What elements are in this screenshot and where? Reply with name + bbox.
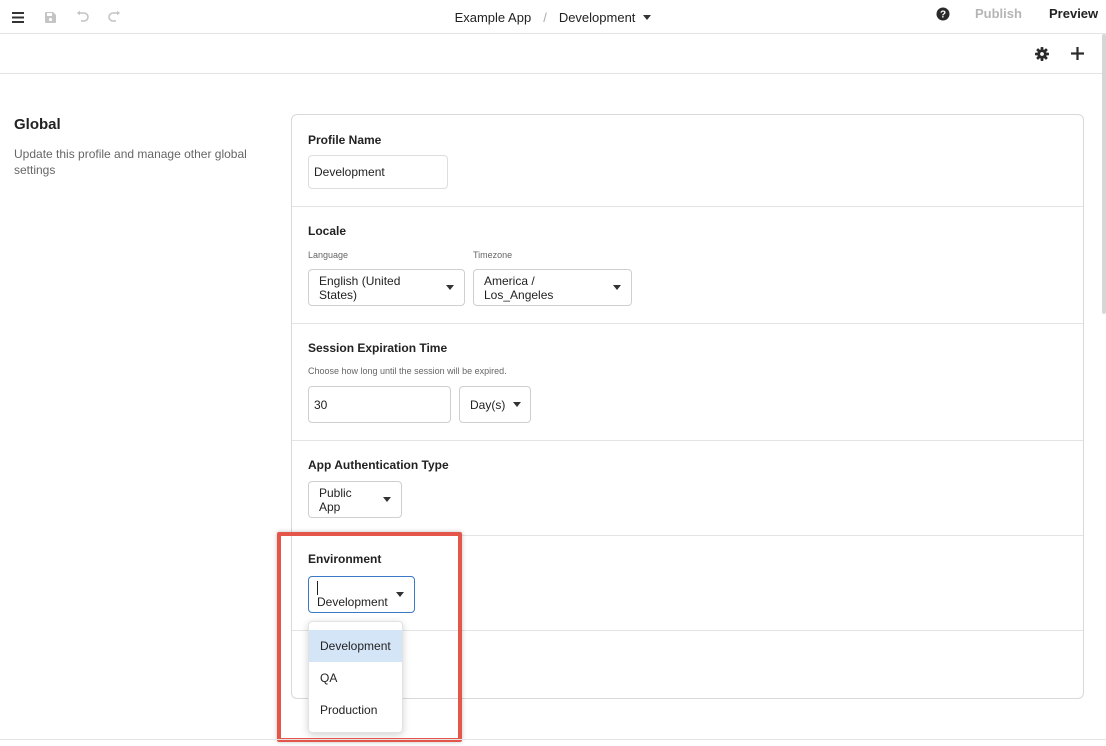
timezone-label: Timezone <box>473 250 513 260</box>
environment-value: Development <box>317 580 388 609</box>
environment-dropdown-menu: Development QA Production <box>308 621 403 733</box>
session-expiration-help: Choose how long until the session will b… <box>308 366 507 376</box>
profile-name-input[interactable]: Development <box>308 155 448 189</box>
preview-button[interactable]: Preview <box>1049 0 1098 28</box>
app-name[interactable]: Example App <box>455 10 532 25</box>
environment-switcher-label: Development <box>558 9 636 25</box>
environment-option-qa[interactable]: QA <box>309 662 402 694</box>
publish-button[interactable]: Publish <box>975 0 1022 28</box>
environment-select[interactable]: Development <box>308 576 415 613</box>
environment-section: Environment Development <box>292 536 1083 631</box>
environment-option-production[interactable]: Production <box>309 694 402 726</box>
chevron-down-icon <box>643 14 652 20</box>
session-amount-value: 30 <box>314 397 328 412</box>
section-title: Global <box>14 116 61 133</box>
environment-switcher[interactable]: Development <box>559 10 652 25</box>
session-amount-input[interactable]: 30 <box>308 386 451 423</box>
chevron-down-icon <box>396 592 404 597</box>
authentication-section: App Authentication Type Public App <box>292 441 1083 536</box>
auth-type-label: App Authentication Type <box>308 458 449 472</box>
chevron-down-icon <box>383 497 391 502</box>
divider <box>0 739 1106 740</box>
session-expiration-label: Session Expiration Time <box>308 341 448 355</box>
help-icon[interactable]: ? <box>936 7 950 21</box>
section-description: Update this profile and manage other glo… <box>14 147 247 177</box>
menu-icon[interactable] <box>8 7 28 27</box>
chevron-down-icon <box>513 402 522 407</box>
settings-toolbar <box>0 34 1106 74</box>
locale-section: Locale Language Timezone English (United… <box>292 207 1083 324</box>
profile-name-label: Profile Name <box>308 133 382 147</box>
text-cursor <box>317 580 318 595</box>
breadcrumb-separator: / <box>543 9 547 25</box>
language-value: English (United States) <box>319 273 401 302</box>
environment-option-development[interactable]: Development <box>309 630 402 662</box>
session-unit-value: Day(s) <box>470 397 506 412</box>
session-section: Session Expiration Time Choose how long … <box>292 324 1083 441</box>
profile-section: Profile Name Development <box>292 115 1083 207</box>
language-label: Language <box>308 250 349 260</box>
chevron-down-icon <box>613 285 621 290</box>
add-icon[interactable] <box>1070 46 1085 61</box>
settings-card: Profile Name Development Locale Language… <box>291 114 1084 699</box>
language-select[interactable]: English (United States) <box>308 269 465 306</box>
save-icon[interactable] <box>40 7 60 27</box>
redo-icon[interactable] <box>104 7 124 27</box>
environment-label: Environment <box>308 552 382 566</box>
auth-type-select[interactable]: Public App <box>308 481 402 518</box>
timezone-value: America / Los_Angeles <box>484 273 554 302</box>
chevron-down-icon <box>446 285 454 290</box>
auth-type-value: Public App <box>319 485 352 514</box>
gear-icon[interactable] <box>1035 47 1049 61</box>
scrollbar[interactable] <box>1102 34 1106 314</box>
undo-icon[interactable] <box>72 7 92 27</box>
session-unit-select[interactable]: Day(s) <box>459 386 531 423</box>
environment-value-text: Development <box>317 594 388 609</box>
svg-text:?: ? <box>940 10 946 21</box>
timezone-select[interactable]: America / Los_Angeles <box>473 269 632 306</box>
profile-name-value: Development <box>314 165 385 179</box>
top-bar: Example App / Development ? Publish Prev… <box>0 0 1106 34</box>
locale-label: Locale <box>308 224 347 238</box>
